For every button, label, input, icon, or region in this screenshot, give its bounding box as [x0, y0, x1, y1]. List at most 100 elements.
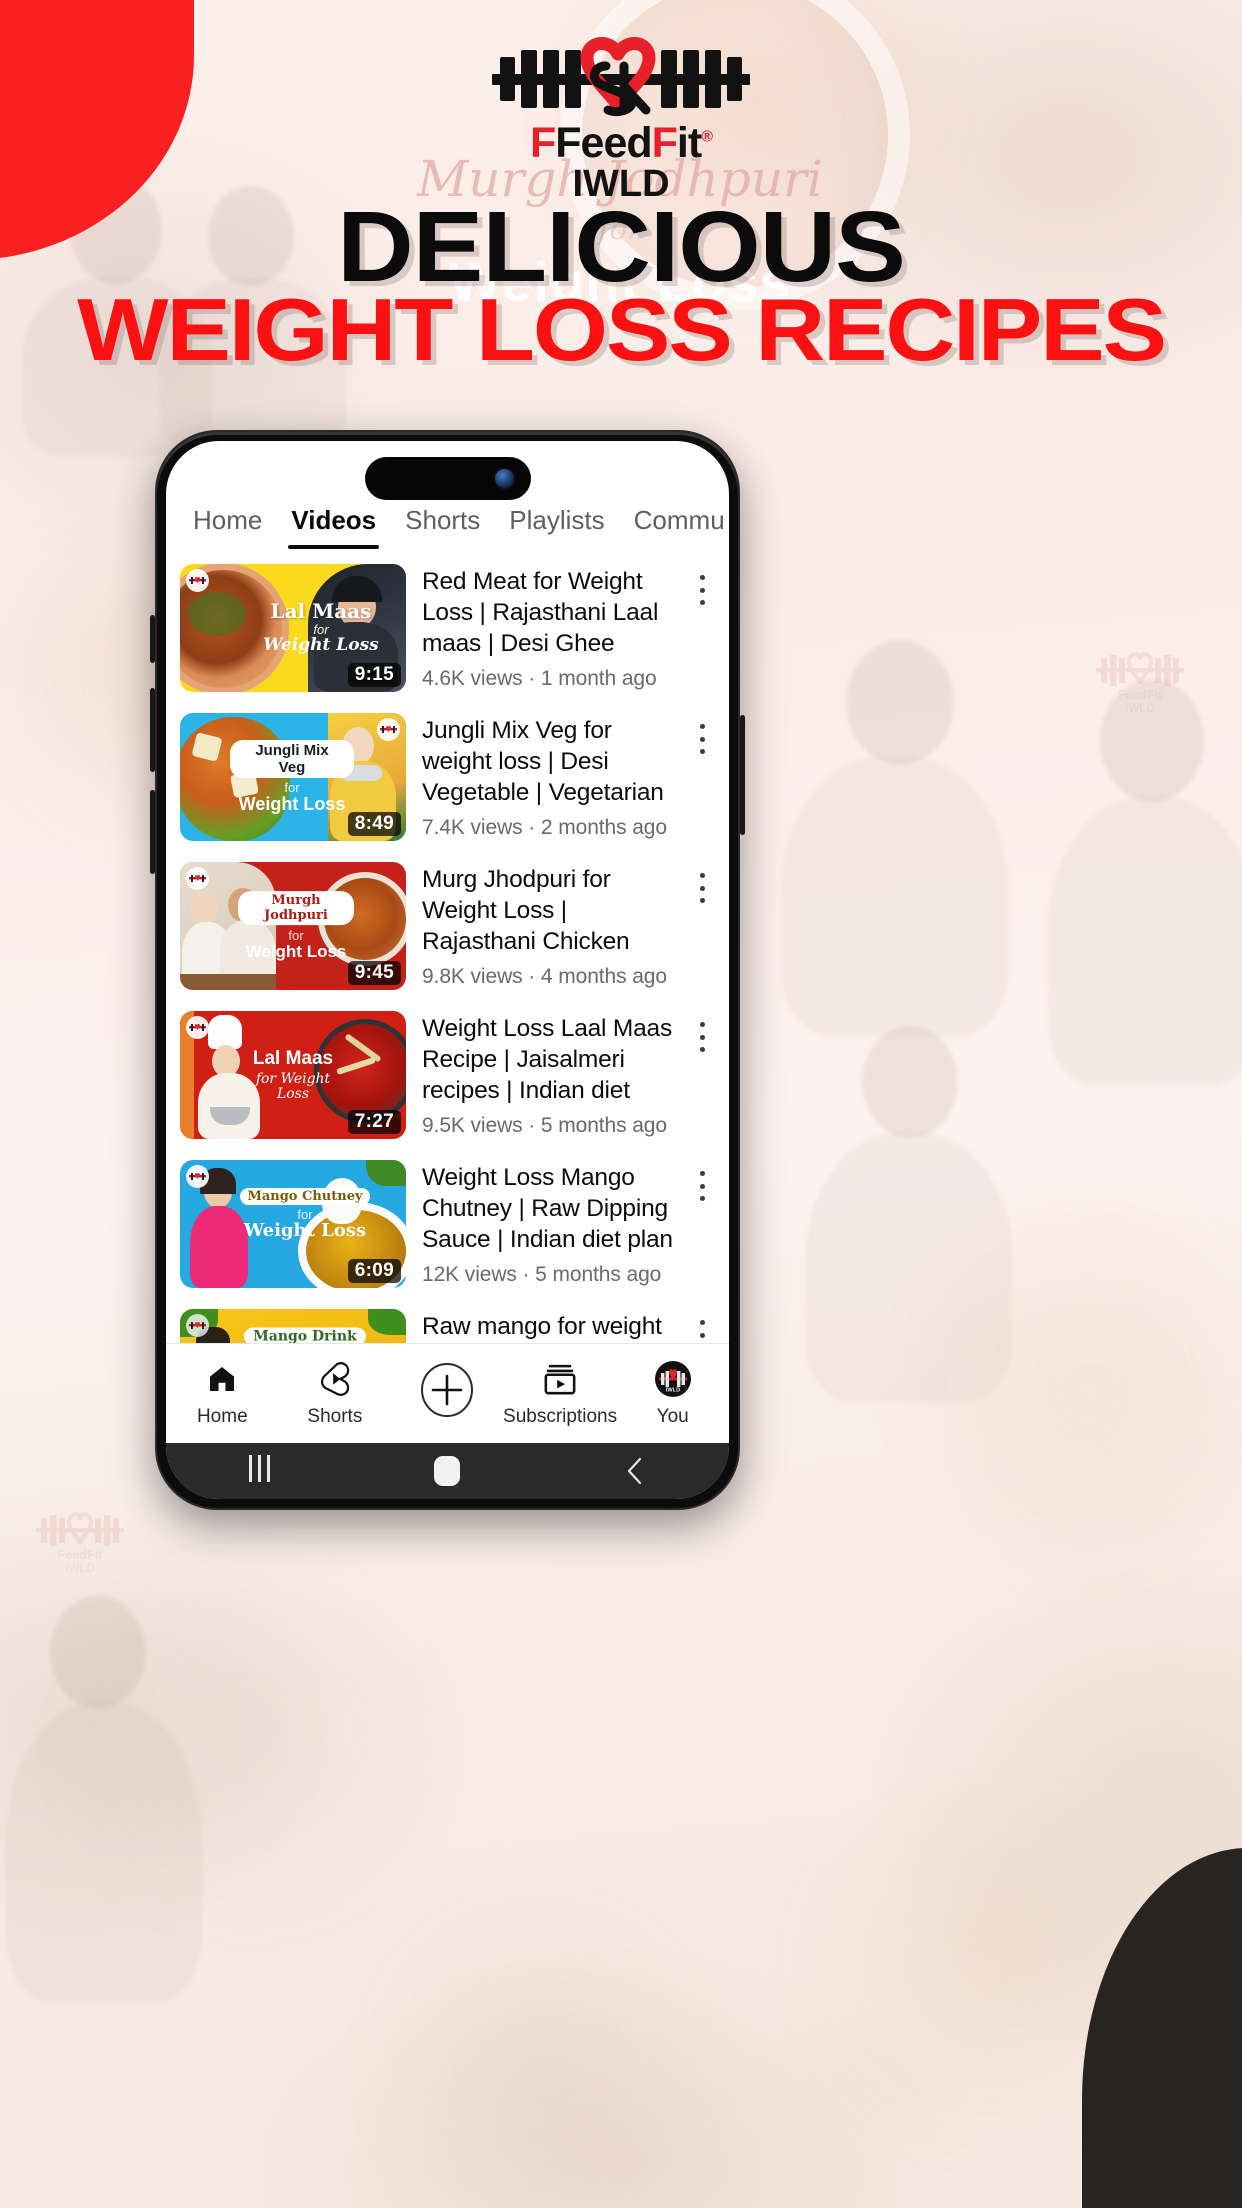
channel-badge-icon	[186, 867, 209, 890]
video-thumbnail[interactable]: Lal Maas for Weight Loss 9:15	[180, 564, 406, 692]
video-more-options-icon[interactable]	[691, 868, 713, 908]
bottom-nav-shorts[interactable]: Shorts	[280, 1359, 390, 1428]
phone-volume-up-button[interactable]	[150, 688, 155, 772]
phone-screen: Home Videos Shorts Playlists Commu Lal M…	[166, 441, 729, 1499]
bottom-nav-you[interactable]: IWLD You	[618, 1359, 728, 1428]
brand-wordmark-eed: Feed	[555, 119, 652, 167]
brand-wordmark-it: it	[676, 119, 702, 167]
channel-badge-icon	[186, 1016, 209, 1039]
video-duration: 6:09	[347, 1259, 401, 1283]
video-title[interactable]: Murg Jhodpuri for Weight Loss | Rajastha…	[422, 864, 681, 960]
registered-mark: ®	[701, 128, 713, 146]
tab-home[interactable]: Home	[193, 505, 262, 549]
video-more-options-icon[interactable]	[691, 1166, 713, 1206]
video-more-options-icon[interactable]	[691, 570, 713, 610]
ghost-person-silhouette	[846, 640, 954, 764]
brand-wordmark-f2: F	[651, 119, 678, 167]
channel-badge-icon	[377, 718, 400, 741]
tab-playlists[interactable]: Playlists	[509, 505, 604, 549]
video-title[interactable]: Weight Loss Laal Maas Recipe | Jaisalmer…	[422, 1013, 681, 1109]
barbell-heart-icon: FeedFit IWLD	[36, 1512, 124, 1575]
channel-badge-icon	[186, 1165, 209, 1188]
subscriptions-icon	[543, 1359, 577, 1399]
svg-text:IWLD: IWLD	[666, 1388, 680, 1394]
video-stats: 4.6K views · 1 month ago	[422, 667, 657, 690]
food-photo-blob	[330, 1900, 750, 2208]
video-list-item[interactable]: Lal Maas for Weight Loss 7:27 Weight Los…	[180, 1002, 715, 1151]
tab-community[interactable]: Commu	[634, 505, 725, 549]
home-button[interactable]	[402, 1456, 492, 1486]
phone-mute-switch[interactable]	[150, 615, 155, 663]
home-icon	[205, 1359, 239, 1399]
ghost-person-silhouette	[6, 1702, 202, 2002]
ghost-person-silhouette	[1048, 796, 1242, 1086]
video-thumbnail[interactable]: Mango Chutney for Weight Loss 6:09	[180, 1160, 406, 1288]
front-camera-icon	[494, 469, 514, 488]
video-more-options-icon[interactable]	[691, 1017, 713, 1057]
phone-volume-down-button[interactable]	[150, 790, 155, 874]
video-title[interactable]: Red Meat for Weight Loss | Rajasthani La…	[422, 566, 681, 662]
ghost-person-silhouette	[782, 756, 1008, 1036]
video-meta[interactable]: Weight Loss Laal Maas Recipe | Jaisalmer…	[422, 1011, 715, 1139]
video-thumbnail[interactable]: Murgh Jodhpuri for Weight Loss 9:45	[180, 862, 406, 990]
video-meta[interactable]: Red Meat for Weight Loss | Rajasthani La…	[422, 564, 715, 692]
video-title[interactable]: Weight Loss Mango Chutney | Raw Dipping …	[422, 1162, 681, 1258]
video-stats: 9.5K views · 5 months ago	[422, 1114, 667, 1137]
ghost-person-silhouette	[862, 1026, 958, 1138]
video-list[interactable]: Lal Maas for Weight Loss 9:15 Red Meat f…	[166, 555, 729, 1399]
barbell-heart-icon	[486, 36, 756, 120]
tab-shorts[interactable]: Shorts	[405, 505, 480, 549]
channel-tab-bar[interactable]: Home Videos Shorts Playlists Commu	[166, 499, 729, 555]
channel-badge-icon	[186, 569, 209, 592]
back-button[interactable]	[590, 1456, 680, 1486]
svg-text:IWLD: IWLD	[65, 1563, 94, 1575]
create-plus-icon[interactable]	[419, 1361, 475, 1419]
bottom-nav-subscriptions[interactable]: Subscriptions	[503, 1359, 618, 1428]
video-list-item[interactable]: Mango Chutney for Weight Loss 6:09 Weigh…	[180, 1151, 715, 1300]
shorts-icon	[319, 1359, 351, 1399]
barbell-heart-svg	[492, 37, 750, 117]
headline-secondary: WEIGHT LOSS RECIPES	[77, 280, 1167, 379]
video-duration: 9:15	[347, 663, 401, 687]
tab-videos[interactable]: Videos	[288, 505, 379, 549]
bottom-nav-you-label: You	[656, 1406, 689, 1427]
svg-text:FeedFit: FeedFit	[58, 1548, 103, 1562]
video-duration: 9:45	[347, 961, 401, 985]
background-watermark-logo: FeedFit IWLD	[30, 1500, 130, 1578]
header-zone: Murgh Jodhpuri for Weight Loss FFeedFit®…	[0, 0, 1242, 500]
channel-badge-icon	[186, 1314, 209, 1337]
dynamic-island-notch	[364, 457, 531, 500]
video-list-item[interactable]: Lal Maas for Weight Loss 9:15 Red Meat f…	[180, 555, 715, 704]
video-meta[interactable]: Jungli Mix Veg for weight loss | Desi Ve…	[422, 713, 715, 841]
android-system-nav[interactable]	[166, 1443, 729, 1499]
youtube-bottom-nav[interactable]: Home Shorts Subscriptions IWLD You	[166, 1343, 729, 1443]
video-stats: 7.4K views · 2 months ago	[422, 816, 667, 839]
phone-power-button[interactable]	[740, 715, 745, 835]
video-list-item[interactable]: Jungli Mix Veg for Weight Loss 8:49 Jung…	[180, 704, 715, 853]
brand-logo: FFeedFit® IWLD	[471, 36, 771, 205]
brand-wordmark-f1: F	[529, 119, 556, 167]
svg-text:FeedFit: FeedFit	[1118, 688, 1163, 702]
video-thumbnail[interactable]: Lal Maas for Weight Loss 7:27	[180, 1011, 406, 1139]
recents-button[interactable]	[215, 1455, 305, 1487]
ghost-person-silhouette	[806, 1132, 1012, 1402]
barbell-heart-icon: FeedFit IWLD	[1096, 652, 1184, 715]
avatar-icon: IWLD	[654, 1359, 692, 1399]
bottom-nav-home[interactable]: Home	[167, 1359, 277, 1428]
video-more-options-icon[interactable]	[691, 719, 713, 759]
bottom-nav-subscriptions-label: Subscriptions	[503, 1406, 618, 1427]
svg-text:IWLD: IWLD	[1125, 703, 1154, 715]
video-stats: 9.8K views · 4 months ago	[422, 965, 667, 988]
video-duration: 8:49	[347, 812, 401, 836]
brand-wordmark: FFeedFit®	[471, 122, 771, 165]
background-watermark-logo: FeedFit IWLD	[1090, 640, 1190, 718]
video-stats: 12K views · 5 months ago	[422, 1263, 662, 1286]
recents-icon	[246, 1455, 273, 1487]
video-thumbnail[interactable]: Jungli Mix Veg for Weight Loss 8:49	[180, 713, 406, 841]
video-meta[interactable]: Weight Loss Mango Chutney | Raw Dipping …	[422, 1160, 715, 1288]
video-title[interactable]: Jungli Mix Veg for weight loss | Desi Ve…	[422, 715, 681, 811]
bottom-nav-home-label: Home	[196, 1406, 248, 1427]
video-meta[interactable]: Murg Jhodpuri for Weight Loss | Rajastha…	[422, 862, 715, 990]
video-list-item[interactable]: Murgh Jodhpuri for Weight Loss 9:45 Murg…	[180, 853, 715, 1002]
bottom-nav-create[interactable]	[392, 1361, 502, 1426]
